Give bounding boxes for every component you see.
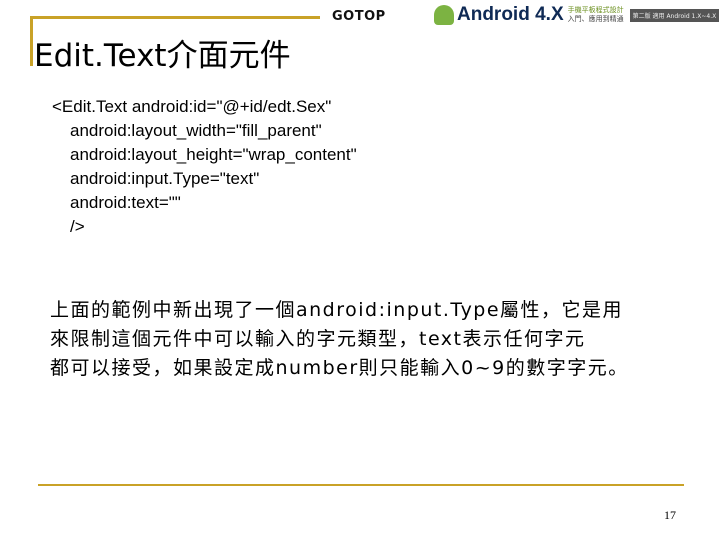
- edition-tag: 第二版 適用 Android 1.X~4.X: [629, 8, 720, 22]
- code-line: android:layout_height="wrap_content": [70, 145, 357, 164]
- description-paragraph: 上面的範例中新出現了一個android:input.Type屬性，它是用 來限制…: [50, 296, 705, 383]
- gotop-logo: GOTOP: [332, 9, 386, 24]
- book-title: Android 4.X: [457, 4, 564, 25]
- code-line: />: [70, 217, 85, 236]
- book-subtitle-line1: 手機平板程式設計: [567, 6, 624, 14]
- title-frame-horizontal-rule: [30, 16, 320, 19]
- code-line: <Edit.Text android:id="@+id/edt.Sex": [52, 97, 332, 116]
- code-line: android:layout_width="fill_parent": [70, 121, 322, 140]
- code-block: <Edit.Text android:id="@+id/edt.Sex" and…: [52, 95, 357, 239]
- android-robot-icon: [434, 5, 454, 25]
- book-subtitle-line2: 入門、應用到精通: [567, 15, 624, 23]
- code-line: android:text="": [70, 193, 181, 212]
- book-subtitle: 手機平板程式設計 入門、應用到精通: [568, 6, 624, 24]
- description-line: 來限制這個元件中可以輸入的字元類型，text表示任何字元: [50, 328, 586, 350]
- description-line: 都可以接受，如果設定成number則只能輸入0~9的數字字元。: [50, 357, 629, 379]
- footer-rule: [38, 484, 684, 486]
- code-line: android:input.Type="text": [70, 169, 260, 188]
- book-banner: Android 4.X 手機平板程式設計 入門、應用到精通 第二版 適用 And…: [434, 4, 720, 26]
- page-title: Edit.Text介面元件: [34, 38, 291, 74]
- page-number: 17: [664, 508, 676, 522]
- title-frame-vertical-rule: [30, 16, 33, 66]
- description-line: 上面的範例中新出現了一個android:input.Type屬性，它是用: [50, 299, 624, 321]
